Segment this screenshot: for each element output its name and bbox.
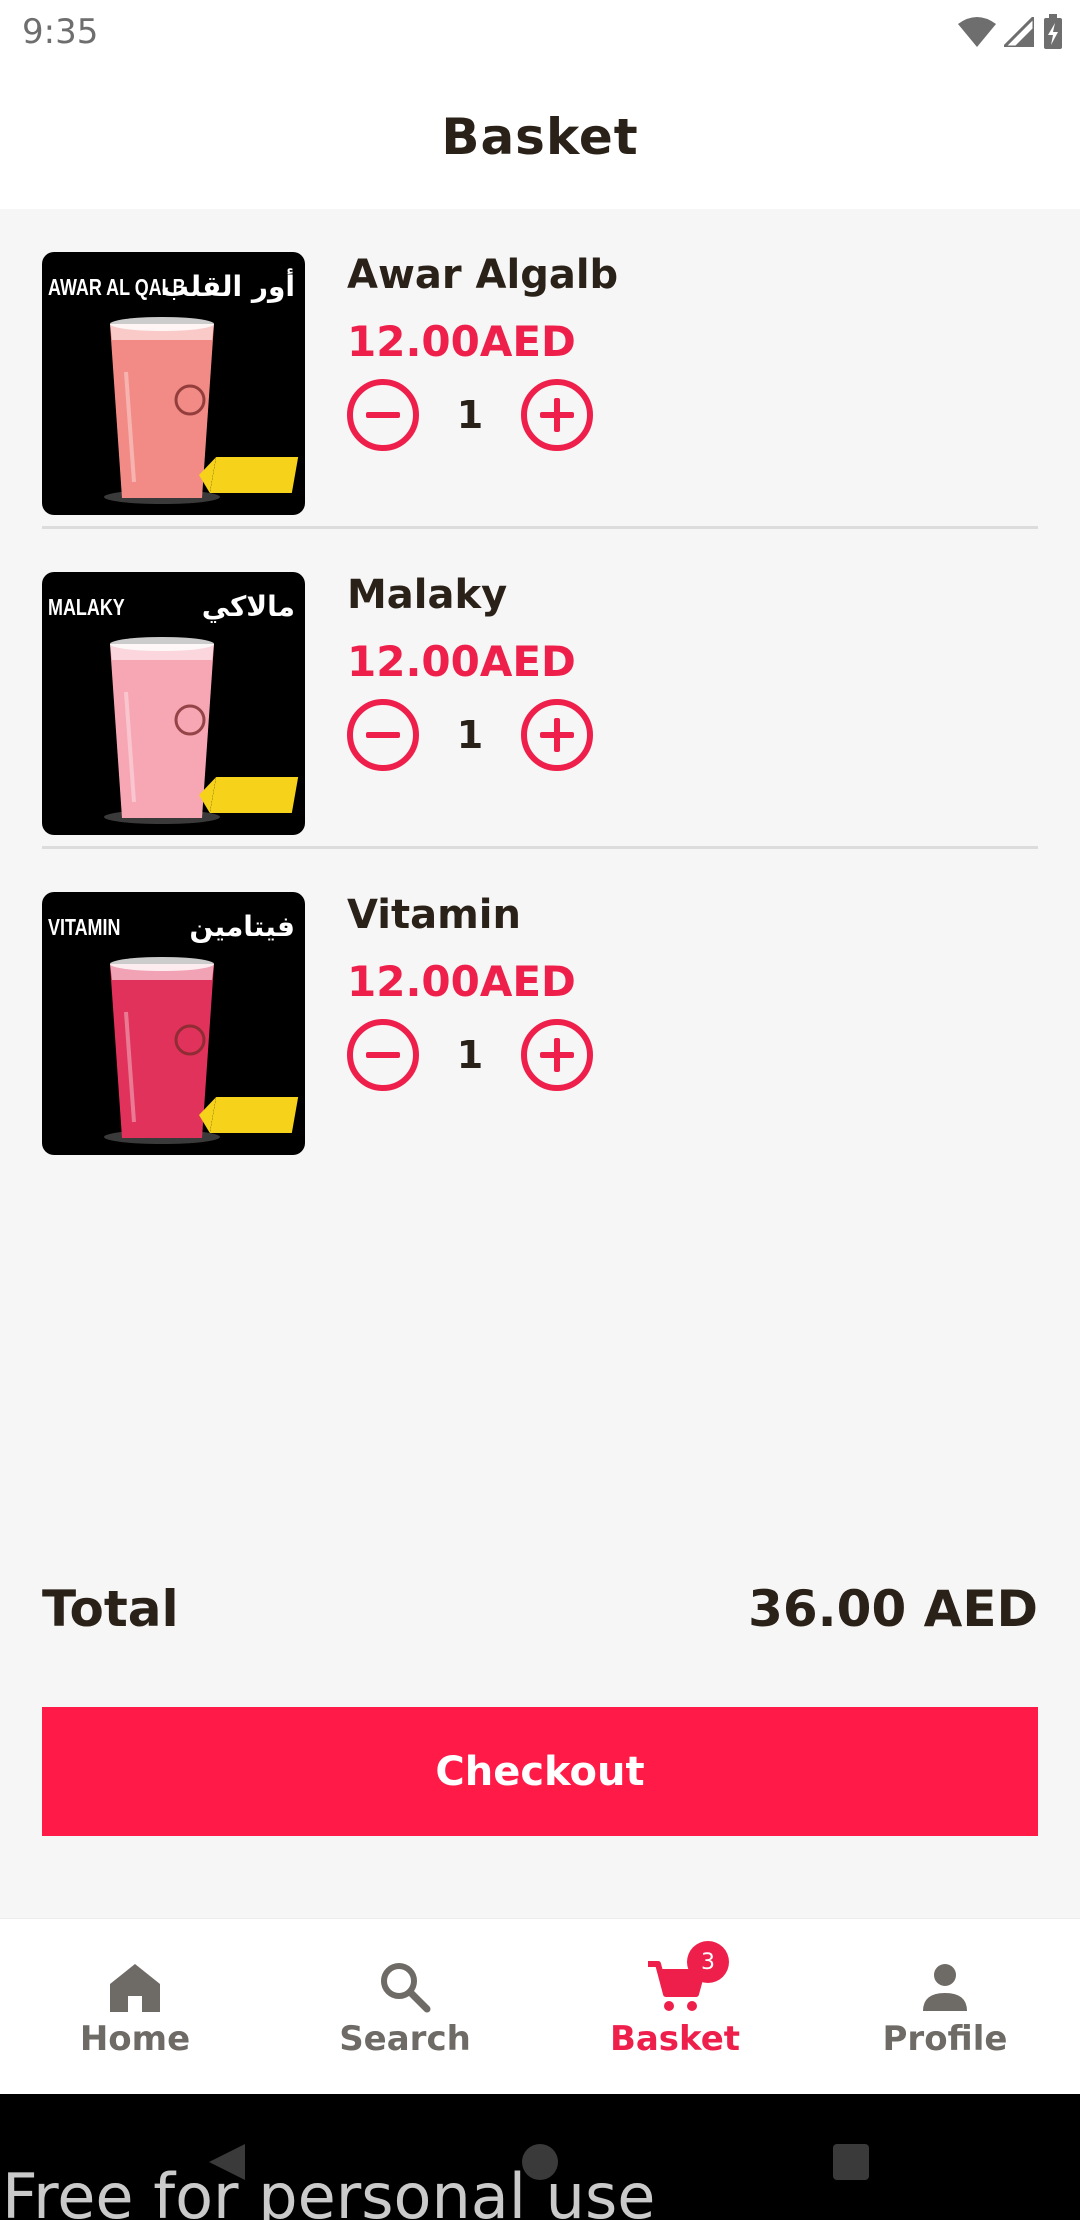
item-name: Awar Algalb — [347, 252, 619, 298]
minus-icon — [366, 732, 400, 738]
cart-icon: 3 — [645, 1941, 729, 2017]
basket-item: VITAMIN فيتامين Vitamin 12.00AED 1 — [42, 849, 1038, 1166]
battery-icon — [1044, 14, 1062, 49]
nav-item-search[interactable]: Search — [270, 1919, 540, 2095]
size-price-tag — [209, 457, 299, 493]
decrease-quantity-button[interactable] — [347, 379, 419, 451]
size-price-tag — [209, 1097, 299, 1133]
person-icon — [915, 1957, 975, 2017]
item-name: Vitamin — [347, 892, 521, 938]
product-image[interactable]: VITAMIN فيتامين — [42, 892, 305, 1155]
nav-label: Home — [79, 2019, 191, 2059]
recents-icon[interactable] — [831, 2142, 871, 2182]
minus-icon — [366, 412, 400, 418]
quantity-value: 1 — [456, 713, 484, 757]
quantity-value: 1 — [456, 1033, 484, 1077]
nav-item-home[interactable]: Home — [0, 1919, 270, 2095]
quantity-stepper: 1 — [347, 375, 1007, 455]
item-price: 12.00AED — [347, 637, 576, 686]
basket-item: AWAR AL QALB أور القلب Awar Algalb 12.00… — [42, 209, 1038, 526]
nav-label: Basket — [609, 2019, 741, 2059]
item-info: Vitamin 12.00AED 1 — [347, 885, 1007, 1095]
search-icon — [375, 1957, 435, 2017]
total-label: Total — [42, 1580, 179, 1638]
basket-item: MALAKY مالاكي Malaky 12.00AED 1 — [42, 529, 1038, 846]
page-title: Basket — [441, 107, 639, 166]
signal-icon — [1004, 17, 1034, 47]
product-image[interactable]: MALAKY مالاكي — [42, 572, 305, 835]
nav-item-basket[interactable]: 3 Basket — [540, 1919, 810, 2095]
total-row: Total 36.00 AED — [42, 1580, 1038, 1650]
nav-label: Profile — [882, 2019, 1008, 2059]
cart-count-badge: 3 — [687, 1941, 729, 1983]
status-bar: 9:35 — [0, 0, 1080, 64]
status-icons — [958, 12, 1064, 52]
basket-list: AWAR AL QALB أور القلب Awar Algalb 12.00… — [42, 209, 1038, 1166]
home-icon — [105, 1957, 165, 2017]
increase-quantity-button[interactable] — [521, 379, 593, 451]
minus-icon — [366, 1052, 400, 1058]
app-bar: Basket — [0, 64, 1080, 209]
size-price-tag — [209, 777, 299, 813]
nav-item-profile[interactable]: Profile — [810, 1919, 1080, 2095]
item-name: Malaky — [347, 572, 508, 618]
wifi-icon — [958, 17, 996, 47]
watermark: Free for personal use — [2, 2160, 656, 2220]
item-info: Awar Algalb 12.00AED 1 — [347, 245, 1007, 455]
quantity-value: 1 — [456, 393, 484, 437]
status-time: 9:35 — [22, 12, 99, 52]
checkout-button[interactable]: Checkout — [42, 1707, 1038, 1836]
increase-quantity-button[interactable] — [521, 1019, 593, 1091]
quantity-stepper: 1 — [347, 1015, 1007, 1095]
increase-quantity-button[interactable] — [521, 699, 593, 771]
total-value: 36.00 AED — [748, 1580, 1038, 1638]
nav-label: Search — [339, 2019, 471, 2059]
decrease-quantity-button[interactable] — [347, 1019, 419, 1091]
product-image[interactable]: AWAR AL QALB أور القلب — [42, 252, 305, 515]
decrease-quantity-button[interactable] — [347, 699, 419, 771]
bottom-nav: Home Search 3 Basket Profile — [0, 1918, 1080, 2094]
item-price: 12.00AED — [347, 957, 576, 1006]
item-price: 12.00AED — [347, 317, 576, 366]
quantity-stepper: 1 — [347, 695, 1007, 775]
item-info: Malaky 12.00AED 1 — [347, 565, 1007, 775]
